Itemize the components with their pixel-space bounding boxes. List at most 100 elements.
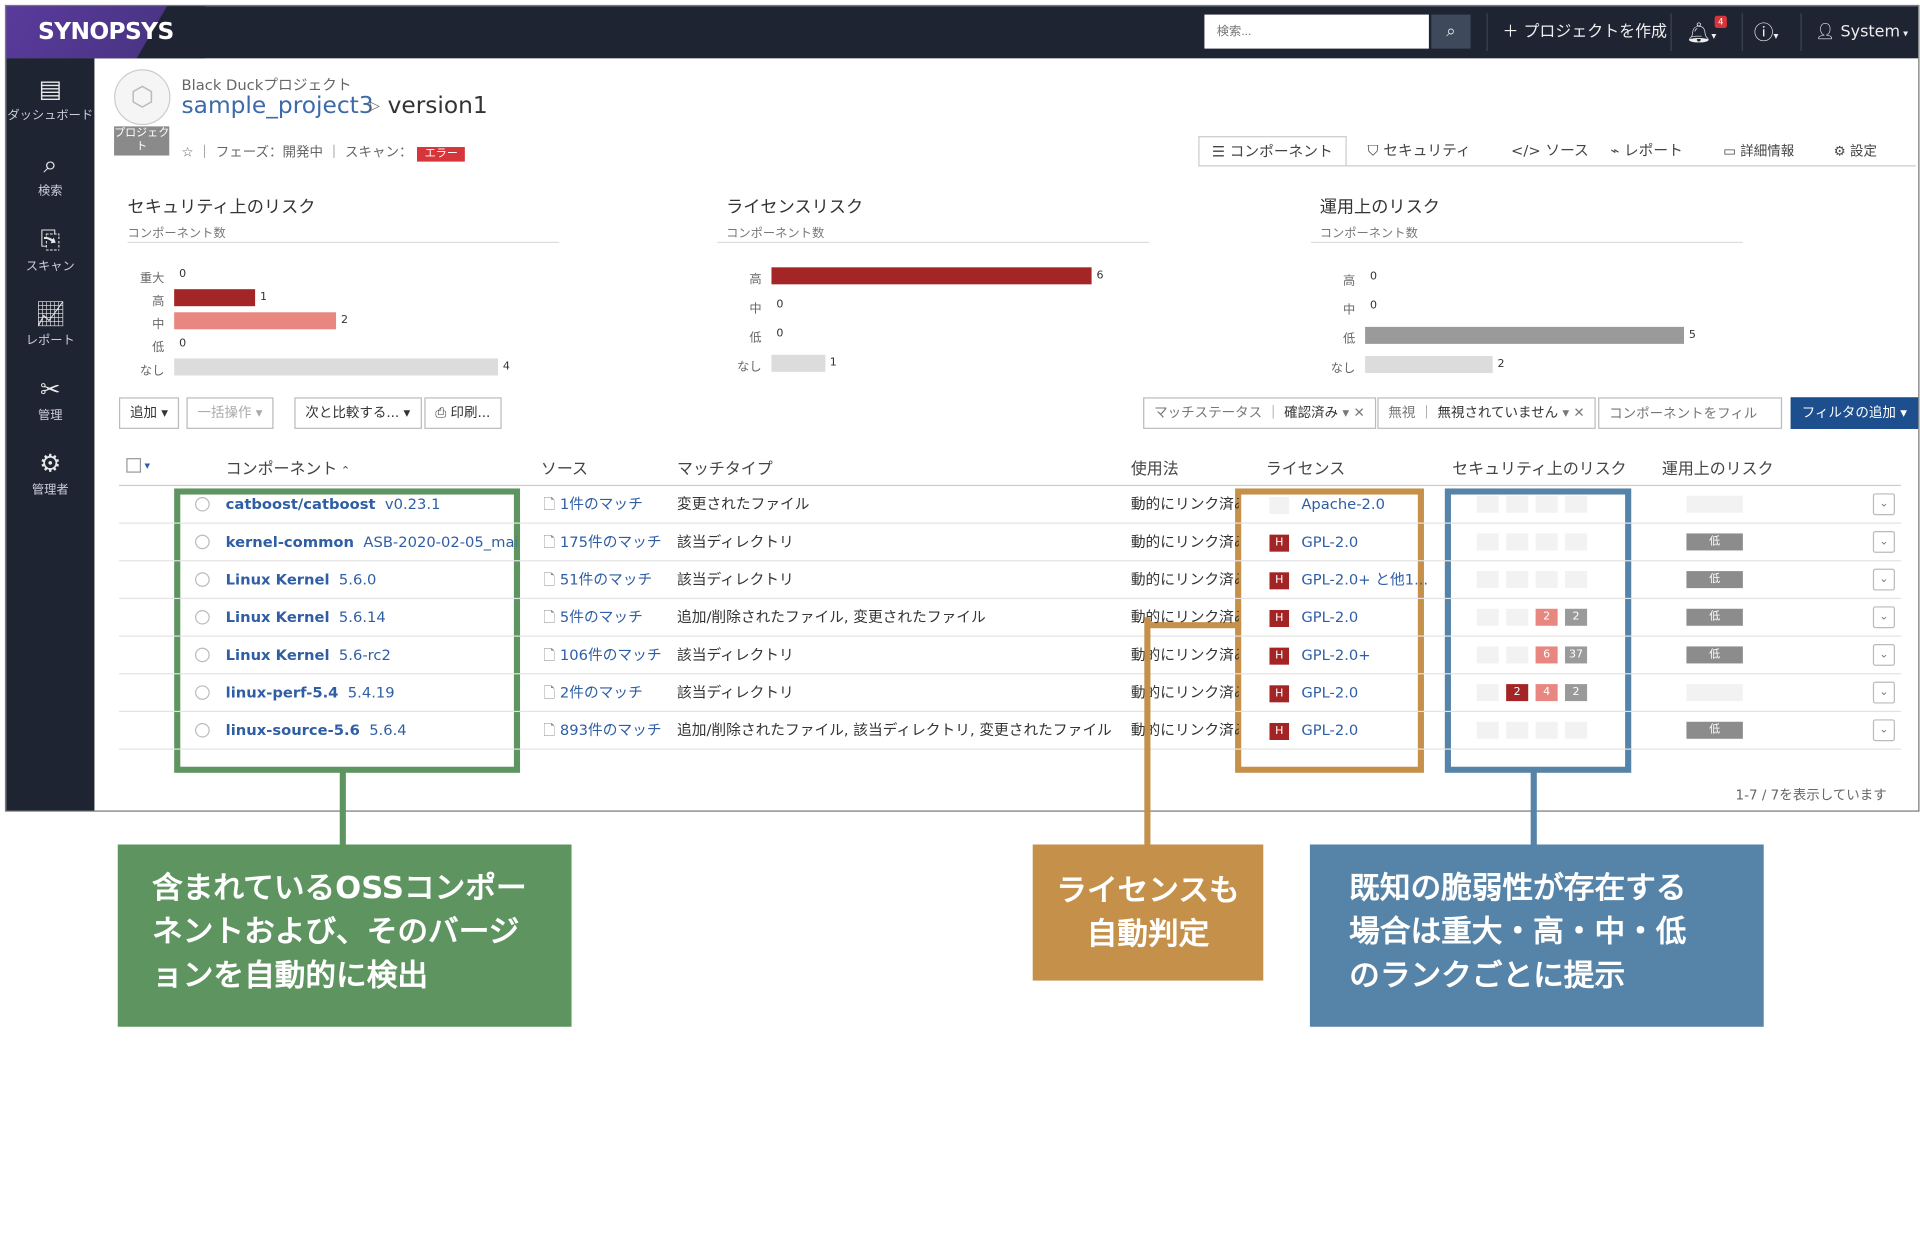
license-link[interactable]: GPL-2.0 — [1301, 609, 1358, 626]
license-risk-high-badge: H — [1269, 684, 1290, 702]
close-icon[interactable]: ✕ — [1573, 405, 1584, 421]
component-link[interactable]: linux-perf-5.4 — [226, 684, 339, 701]
component-link[interactable]: linux-source-5.6 — [226, 722, 360, 739]
source-match-link[interactable]: 51件のマッチ — [560, 571, 652, 588]
security-risk-count[interactable]: 2 — [1565, 684, 1588, 702]
component-version[interactable]: 5.6.14 — [339, 609, 386, 626]
column-header-source[interactable]: ソース — [541, 456, 588, 479]
match-status-filter[interactable]: マッチステータス ｜ 確認済み ▾ ✕ — [1143, 397, 1376, 429]
ignore-filter[interactable]: 無視 ｜ 無視されていません ▾ ✕ — [1377, 397, 1596, 429]
sidebar-item-dashboard[interactable]: ▤ ダッシュボード — [6, 73, 94, 123]
source-match-link[interactable]: 2件のマッチ — [560, 684, 643, 701]
license-link[interactable]: GPL-2.0 — [1301, 533, 1358, 550]
project-name-link[interactable]: sample_project3 — [182, 92, 374, 119]
table-row[interactable]: linux-source-5.6 5.6.4 🗋︎ 893件のマッチ 追加/削除され… — [118, 712, 1902, 750]
column-header-component[interactable]: コンポーネント ⌃ — [226, 456, 350, 479]
global-search-input[interactable] — [1204, 14, 1429, 49]
tab-report[interactable]: ⌁ レポート — [1610, 136, 1682, 166]
source-match-link[interactable]: 893件のマッチ — [560, 722, 662, 739]
sidebar-item-admin-tools[interactable]: ✂ 管理 — [6, 373, 94, 423]
sidebar-item-search[interactable]: ⌕ 検索 — [6, 148, 94, 198]
component-version[interactable]: ASB-2020-02-05_mainline — [363, 533, 516, 550]
expand-row-button[interactable]: ⌄ — [1872, 493, 1895, 516]
expand-row-button[interactable]: ⌄ — [1872, 644, 1895, 666]
source-match-link[interactable]: 1件のマッチ — [560, 496, 643, 513]
tab-settings[interactable]: ⚙ 設定 — [1834, 136, 1877, 166]
license-link[interactable]: GPL-2.0 — [1301, 684, 1358, 701]
compare-button[interactable]: 次と比較する... ▾ — [294, 397, 422, 429]
close-icon[interactable]: ✕ — [1353, 405, 1364, 421]
expand-row-button[interactable]: ⌄ — [1872, 606, 1895, 629]
synopsys-logo[interactable]: SYNOPSYS — [6, 6, 205, 59]
source-match-link[interactable]: 5件のマッチ — [560, 609, 643, 626]
tab-components[interactable]: ☰ コンポーネント — [1198, 136, 1347, 167]
select-all-checkbox[interactable]: ▾ — [126, 456, 150, 474]
table-row[interactable]: Linux Kernel 5.6.0 🗋︎ 51件のマッチ 該当ディレクトリ 動的にリ… — [118, 561, 1902, 600]
license-link[interactable]: Apache-2.0 — [1301, 496, 1385, 513]
license-cell: H GPL-2.0 — [1269, 524, 1428, 560]
usage[interactable]: 動的にリンク済み — [1131, 561, 1239, 597]
print-button[interactable]: ⎙ 印刷... — [424, 397, 502, 429]
security-risk-count[interactable]: 2 — [1565, 608, 1588, 626]
component-version[interactable]: 5.6.4 — [369, 722, 406, 739]
row-status-icon[interactable] — [195, 722, 210, 738]
expand-row-button[interactable]: ⌄ — [1872, 530, 1895, 553]
search-button[interactable]: ⌕ — [1431, 14, 1471, 49]
expand-row-button[interactable]: ⌄ — [1872, 719, 1895, 742]
source-match-link[interactable]: 106件のマッチ — [560, 646, 662, 663]
component-version[interactable]: v0.23.1 — [385, 496, 441, 513]
component-link[interactable]: catboost/catboost — [226, 496, 376, 513]
usage[interactable]: 動的にリンク済み — [1131, 524, 1239, 560]
column-header-operational-risk[interactable]: 運用上のリスク — [1662, 456, 1774, 479]
tab-security[interactable]: ⛉ セキュリティ — [1368, 136, 1471, 166]
security-risk-count[interactable]: 2 — [1535, 608, 1558, 626]
expand-row-button[interactable]: ⌄ — [1872, 568, 1895, 591]
table-row[interactable]: linux-perf-5.4 5.4.19 🗋︎ 2件のマッチ 該当ディレクトリ 動的… — [118, 674, 1902, 713]
component-version[interactable]: 5.6-rc2 — [339, 646, 391, 663]
table-row[interactable]: catboost/catboost v0.23.1 🗋︎ 1件のマッチ 変更されたフ… — [118, 486, 1902, 524]
notifications-button[interactable]: 🔔︎▾ — [1686, 6, 1716, 58]
security-risk-count[interactable]: 2 — [1506, 684, 1529, 702]
user-menu[interactable]: 👤︎ System ▾ — [1815, 6, 1908, 58]
sidebar-item-scan[interactable]: ⎘ スキャン — [6, 224, 94, 274]
create-project-button[interactable]: ＋ プロジェクトを作成 — [1502, 6, 1667, 58]
table-row[interactable]: Linux Kernel 5.6.14 🗋︎ 5件のマッチ 追加/削除されたファイル… — [118, 599, 1902, 637]
sidebar-item-report[interactable]: 📈︎ レポート — [6, 298, 94, 348]
component-version[interactable]: 5.4.19 — [348, 684, 395, 701]
add-button[interactable]: 追加 ▾ — [118, 397, 180, 429]
help-button[interactable]: ⓘ▾ — [1754, 6, 1779, 58]
row-status-icon[interactable] — [195, 572, 210, 587]
component-link[interactable]: kernel-common — [226, 533, 354, 550]
row-status-icon[interactable] — [195, 609, 210, 625]
row-status-icon[interactable] — [195, 496, 210, 512]
row-status-icon[interactable] — [195, 647, 210, 663]
column-header-match-type[interactable]: マッチタイプ — [677, 456, 773, 479]
column-header-usage[interactable]: 使用法 — [1131, 456, 1179, 479]
security-risk-count[interactable]: 37 — [1565, 646, 1588, 664]
component-filter-input[interactable] — [1598, 397, 1783, 429]
license-link[interactable]: GPL-2.0+ と他1... — [1301, 571, 1428, 588]
usage[interactable]: 動的にリンク済み — [1131, 486, 1239, 522]
column-header-security-risk[interactable]: セキュリティ上のリスク — [1452, 456, 1626, 479]
sidebar-item-administrator[interactable]: ⚙ 管理者 — [6, 447, 94, 497]
component-link[interactable]: Linux Kernel — [226, 609, 330, 626]
expand-row-button[interactable]: ⌄ — [1872, 681, 1895, 704]
table-row[interactable]: kernel-common ASB-2020-02-05_mainline 🗋︎ … — [118, 524, 1902, 562]
component-link[interactable]: Linux Kernel — [226, 571, 330, 588]
license-link[interactable]: GPL-2.0+ — [1301, 646, 1370, 663]
component-version[interactable]: 5.6.0 — [339, 571, 376, 588]
security-risk-count[interactable]: 6 — [1535, 646, 1558, 664]
tab-details[interactable]: ▭ 詳細情報 — [1723, 136, 1794, 166]
column-header-license[interactable]: ライセンス — [1266, 456, 1345, 479]
license-link[interactable]: GPL-2.0 — [1301, 722, 1358, 739]
security-risk-count[interactable]: 4 — [1535, 684, 1558, 702]
component-link[interactable]: Linux Kernel — [226, 646, 330, 663]
row-status-icon[interactable] — [195, 534, 210, 550]
add-filter-button[interactable]: フィルタの追加 ▾ — [1790, 397, 1919, 429]
row-status-icon[interactable] — [195, 685, 210, 700]
star-icon[interactable]: ☆ — [182, 145, 194, 161]
table-row[interactable]: Linux Kernel 5.6-rc2 🗋︎ 106件のマッチ 該当ディレクトリ動… — [118, 637, 1902, 675]
bulk-action-button[interactable]: 一括操作 ▾ — [186, 397, 274, 429]
tab-source[interactable]: </> ソース — [1511, 136, 1589, 166]
source-match-link[interactable]: 175件のマッチ — [560, 533, 662, 550]
